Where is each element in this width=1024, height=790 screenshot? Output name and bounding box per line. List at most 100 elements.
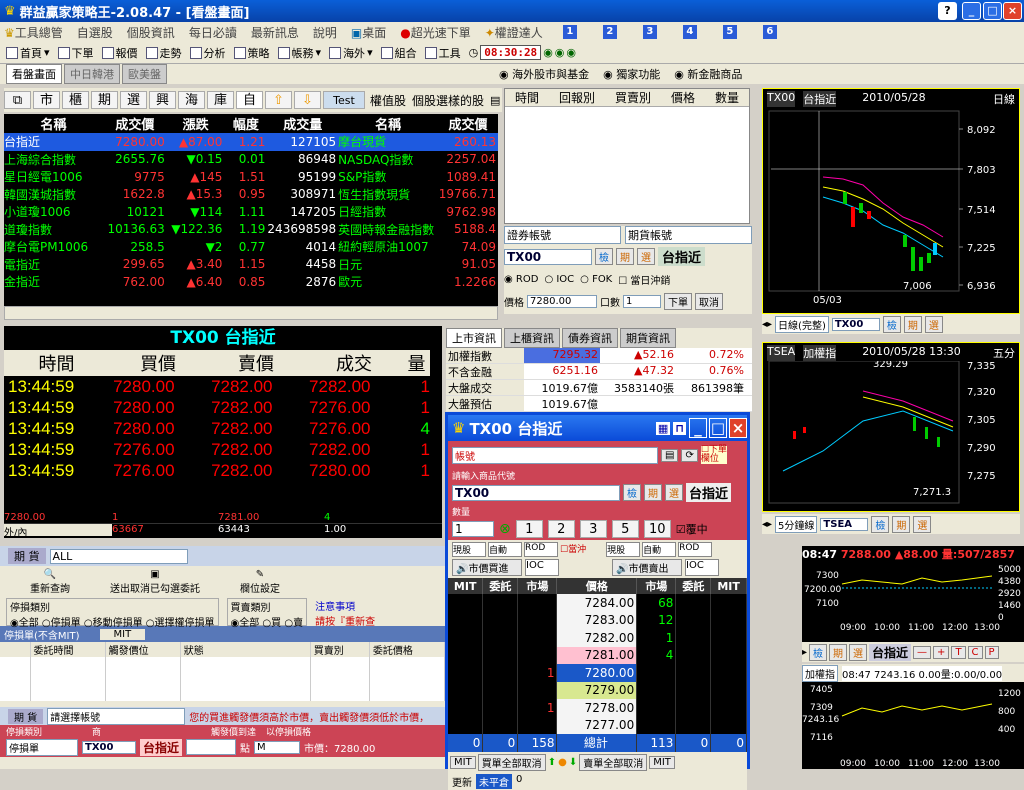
book-row[interactable]: 7284.00 68 bbox=[448, 594, 747, 612]
book-cell[interactable] bbox=[636, 681, 677, 699]
col-price2[interactable]: 成交價 bbox=[438, 114, 498, 133]
qty-1-button[interactable]: 1 bbox=[515, 520, 543, 538]
chart-nav-icon[interactable]: ◂▸ bbox=[762, 319, 772, 330]
tab-asia[interactable]: 中日韓港 bbox=[64, 64, 120, 84]
check-button[interactable]: 檢 bbox=[882, 315, 901, 333]
arrow-down-icon[interactable]: ⇩ bbox=[294, 91, 321, 109]
menu-item[interactable]: 說明 bbox=[313, 24, 337, 41]
book-row[interactable]: 7281.00 4 bbox=[448, 646, 747, 664]
help-button[interactable]: ? bbox=[938, 2, 957, 20]
watchlist-row[interactable]: 電指近 299.65 ▲3.40 1.15 4458 日元 91.05 bbox=[4, 256, 498, 274]
pin-icon[interactable]: ⊓ bbox=[673, 421, 686, 435]
book-cell[interactable] bbox=[710, 681, 747, 699]
qty-2-button[interactable]: 2 bbox=[547, 520, 575, 538]
book-cell[interactable] bbox=[675, 611, 712, 629]
link-exclusive[interactable]: ◉ 獨家功能 bbox=[603, 66, 660, 82]
book-price[interactable]: 7277.00 bbox=[556, 716, 638, 734]
mini2-select[interactable]: 加權指 bbox=[802, 664, 838, 682]
side-opt[interactable]: ○買 bbox=[262, 618, 281, 629]
book-cell[interactable] bbox=[636, 664, 677, 682]
daily-chart-canvas[interactable]: 8,092 7,803 7,514 7,225 6,936 7,006 05/0… bbox=[763, 107, 1021, 311]
book-cell[interactable] bbox=[517, 646, 558, 664]
refresh-icon[interactable]: ⟳ bbox=[681, 448, 698, 462]
watchlist-row[interactable]: 摩台電PM1006 258.5 ▼2 0.77 4014 紐約輕原油1007 74.09 bbox=[4, 238, 498, 256]
ioc-select-left[interactable]: IOC bbox=[525, 559, 559, 576]
c-button[interactable]: C bbox=[967, 645, 983, 659]
col-change[interactable]: 漲跌 bbox=[167, 114, 225, 133]
book-price[interactable]: 7284.00 bbox=[556, 594, 638, 612]
sel-cash[interactable]: 現股 bbox=[452, 542, 486, 557]
book-cell[interactable] bbox=[482, 594, 519, 612]
options-button[interactable]: 選 bbox=[913, 515, 932, 533]
day-trade-checkbox[interactable]: ☐ 當日沖銷 bbox=[618, 272, 670, 287]
menu-item[interactable]: 最新訊息 bbox=[251, 24, 299, 41]
symbol-input[interactable]: TX00 bbox=[504, 248, 592, 265]
overwrite-checkbox[interactable]: ☑覆中 bbox=[676, 521, 708, 537]
symbol-box[interactable]: TSEA bbox=[820, 517, 869, 531]
minimize-button[interactable]: _ bbox=[689, 418, 707, 438]
layout-4-button[interactable]: 4 bbox=[682, 25, 697, 39]
book-cell[interactable]: 1 bbox=[517, 699, 558, 717]
stock-account-select[interactable]: 證券帳號 bbox=[504, 226, 621, 244]
tab-quote-screen[interactable]: 看盤畫面 bbox=[6, 64, 62, 84]
book-cell[interactable] bbox=[675, 629, 712, 647]
futures-button[interactable]: 期 bbox=[616, 248, 634, 265]
market-buy-button[interactable]: 🔊市價買進 bbox=[452, 559, 522, 576]
cat-button[interactable]: 庫 bbox=[207, 91, 234, 109]
watchlist-row[interactable]: 台指近 7280.00 ▲87.00 1.21 127105 摩台現貨 260.13 bbox=[4, 133, 498, 151]
qty-10-button[interactable]: 10 bbox=[643, 520, 671, 538]
futures-account-select[interactable]: 期貨帳號 bbox=[625, 226, 752, 244]
account-button[interactable]: 帳務 ▾ bbox=[277, 45, 321, 61]
maximize-button[interactable]: □ bbox=[709, 418, 727, 438]
analysis-button[interactable]: 分析 bbox=[189, 45, 226, 61]
options-button[interactable]: 選 bbox=[637, 248, 655, 265]
b-trigger-input[interactable] bbox=[186, 739, 237, 755]
book-row[interactable]: 7283.00 12 bbox=[448, 611, 747, 629]
book-cell[interactable]: 1 bbox=[517, 664, 558, 682]
watchlist-row[interactable]: 上海綜合指數 2655.76 ▼0.15 0.01 86948 NASDAQ指數 2257.… bbox=[4, 151, 498, 169]
acct-select[interactable]: ALL bbox=[49, 548, 188, 564]
cat-button[interactable]: 選 bbox=[120, 91, 147, 109]
green-down-icon[interactable]: ⬇ bbox=[569, 757, 577, 768]
book-cell[interactable] bbox=[710, 629, 747, 647]
price-input[interactable]: 7280.00 bbox=[527, 295, 597, 308]
combo-button[interactable]: 組合 bbox=[380, 45, 417, 61]
side-opt[interactable]: ◉全部 bbox=[231, 618, 260, 629]
book-cell[interactable] bbox=[517, 681, 558, 699]
book-cell[interactable] bbox=[448, 681, 484, 699]
menu-item[interactable]: ●超光速下單 bbox=[400, 24, 471, 41]
intraday-chart-canvas[interactable]: 7,335 7,320 7,305 7,290 7,275 329.29 7,2… bbox=[763, 361, 1021, 511]
book-row[interactable]: 7282.00 1 bbox=[448, 629, 747, 647]
tab-stop-orders[interactable]: 停損單(不含MIT) bbox=[4, 627, 80, 642]
strategy-button[interactable]: 策略 bbox=[233, 45, 270, 61]
cat-button[interactable]: 市 bbox=[33, 91, 60, 109]
cancel-order-button[interactable]: 取消 bbox=[695, 293, 723, 310]
book-cell[interactable] bbox=[675, 699, 712, 717]
overseas-button[interactable]: 海外 ▾ bbox=[329, 45, 373, 61]
column-settings-button[interactable]: ✎ 欄位設定 bbox=[240, 569, 280, 595]
menu-item[interactable]: 個股資訊 bbox=[127, 24, 175, 41]
book-cell[interactable] bbox=[448, 646, 484, 664]
check-button[interactable]: 檢 bbox=[809, 643, 828, 661]
book-cell[interactable] bbox=[448, 699, 484, 717]
sample-stocks-button[interactable]: 個股選樣的股 bbox=[412, 92, 484, 109]
book-cell[interactable] bbox=[517, 611, 558, 629]
chart-nav-icon[interactable]: ◂▸ bbox=[762, 519, 772, 530]
options-button[interactable]: 選 bbox=[924, 315, 943, 333]
book-cell[interactable] bbox=[448, 594, 484, 612]
book-cell[interactable] bbox=[517, 716, 558, 734]
watchlist-row[interactable]: 小道瓊1006 10121 ▼114 1.11 147205 日經指數 9762.98 bbox=[4, 203, 498, 221]
book-price[interactable]: 7279.00 bbox=[556, 681, 638, 699]
layout-6-button[interactable]: 6 bbox=[762, 25, 777, 39]
sel-rod-r[interactable]: ROD bbox=[678, 542, 713, 557]
book-cell[interactable] bbox=[636, 699, 677, 717]
cancel-all-buy-button[interactable]: 買單全部取消 bbox=[477, 753, 546, 771]
book-row[interactable]: 7279.00 bbox=[448, 681, 747, 699]
cat-button[interactable]: 海 bbox=[178, 91, 205, 109]
dialog-qty-input[interactable]: 1 bbox=[452, 521, 494, 537]
trend-button[interactable]: 走勢 bbox=[145, 45, 182, 61]
book-cell[interactable]: 1 bbox=[636, 629, 677, 647]
book-cell[interactable] bbox=[636, 716, 677, 734]
book-row[interactable]: 1 7278.00 bbox=[448, 699, 747, 717]
b-symbol-input[interactable]: TX00 bbox=[82, 740, 136, 754]
